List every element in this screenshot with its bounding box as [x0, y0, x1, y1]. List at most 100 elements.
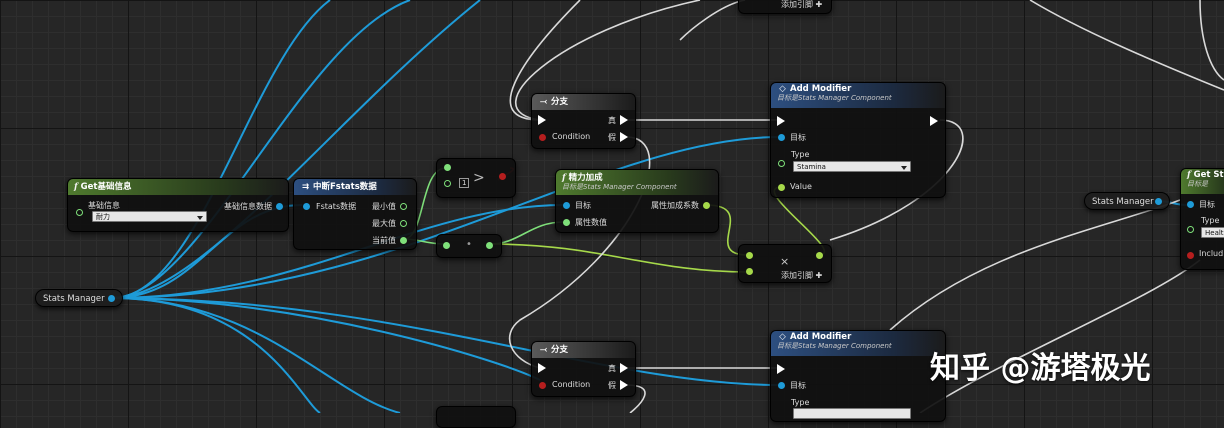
type-dropdown[interactable]	[793, 408, 911, 419]
add-pin-button[interactable]: 添加引脚 ✚	[781, 0, 822, 10]
type-dropdown[interactable]: Stamina	[793, 161, 911, 172]
add-modifier-node-1[interactable]: ◇ Add Modifier 目标是Stats Manager Component…	[770, 82, 946, 198]
branch-node-1[interactable]: ⤙ 分支 真 Condition 假	[531, 93, 636, 149]
node-header: ◇ Add Modifier 目标是Stats Manager Component	[771, 83, 945, 108]
add-modifier-node-2[interactable]: ◇ Add Modifier 目标是Stats Manager Component…	[770, 330, 946, 422]
node-title: 中断Fstats数据	[313, 182, 377, 192]
min-label: 最小值	[372, 202, 396, 211]
exec-out-pin[interactable]	[930, 116, 938, 126]
output-pin[interactable]	[276, 203, 283, 210]
attr-value-pin[interactable]	[563, 219, 570, 226]
exec-in-pin[interactable]	[777, 364, 785, 374]
exec-in-pin[interactable]	[538, 115, 546, 125]
type-label: Type	[791, 398, 810, 407]
condition-label: Condition	[552, 380, 591, 389]
output-pin[interactable]	[703, 202, 710, 209]
output-pin[interactable]	[108, 295, 115, 302]
multiply-symbol: •	[466, 239, 472, 250]
node-header: ⤙ 分支	[532, 94, 635, 110]
node-header: f Get基础信息	[68, 179, 288, 195]
target-pin[interactable]	[563, 202, 570, 209]
current-pin[interactable]	[400, 237, 407, 244]
branch-node-2[interactable]: ⤙ 分支 真 Condition 假	[531, 341, 636, 397]
branch-icon: ⤙	[540, 97, 547, 107]
min-pin[interactable]	[400, 203, 407, 210]
break-struct-icon: ⇉	[301, 182, 310, 192]
node-title: 分支	[551, 345, 569, 355]
condition-pin[interactable]	[539, 134, 546, 141]
include-label: Includ	[1199, 249, 1224, 258]
attr-value-label: 属性数值	[575, 218, 607, 227]
exec-false-pin[interactable]	[620, 380, 628, 390]
add-pin-button[interactable]: 添加引脚 ✚	[781, 270, 822, 281]
pin-label: 基础信息	[88, 201, 120, 210]
node-header: f 精力加成 目标是Stats Manager Component	[556, 170, 718, 195]
watermark: 知乎 @游塔极光	[930, 351, 1151, 386]
input-pin[interactable]	[76, 209, 83, 216]
target-pin[interactable]	[778, 382, 785, 389]
output-pin[interactable]	[486, 242, 493, 249]
target-label: 目标	[1199, 200, 1215, 209]
exec-false-pin[interactable]	[620, 132, 628, 142]
output-pin[interactable]	[816, 252, 823, 259]
dropdown-value: Stamina	[797, 163, 826, 171]
input-a-pin[interactable]	[444, 164, 451, 171]
partial-node-bottom[interactable]	[436, 406, 516, 428]
input-b-pin[interactable]	[746, 268, 753, 275]
node-title: 分支	[551, 97, 569, 107]
compare-b-value[interactable]: 1	[459, 178, 470, 188]
input-pin[interactable]	[303, 203, 310, 210]
target-pin[interactable]	[778, 134, 785, 141]
exec-true-pin[interactable]	[620, 115, 628, 125]
output-bool-pin[interactable]	[499, 173, 506, 180]
chevron-down-icon	[197, 216, 203, 220]
target-label: 目标	[790, 381, 806, 390]
spirit-bonus-node[interactable]: f 精力加成 目标是Stats Manager Component 目标 属性数值…	[555, 169, 719, 233]
type-dropdown[interactable]: Healt	[1201, 227, 1224, 238]
base-info-dropdown[interactable]: 耐力	[92, 211, 207, 222]
target-pin[interactable]	[1187, 201, 1194, 208]
condition-label: Condition	[552, 132, 591, 141]
value-pin[interactable]	[778, 184, 785, 191]
exec-true-pin[interactable]	[620, 363, 628, 373]
multiply-node[interactable]: •	[436, 234, 502, 258]
true-label: 真	[608, 364, 616, 373]
input-label: Fstats数据	[316, 202, 357, 211]
node-header: f Get St 目标是	[1181, 169, 1224, 194]
input-b-pin[interactable]	[444, 180, 451, 187]
input-a-pin[interactable]	[746, 252, 753, 259]
add-pin-node-top[interactable]: 添加引脚 ✚	[738, 0, 832, 14]
include-pin[interactable]	[1187, 252, 1194, 259]
exec-in-pin[interactable]	[777, 116, 785, 126]
output-label: 基础信息数据	[224, 202, 272, 211]
node-subtitle: 目标是Stats Manager Component	[777, 342, 892, 350]
type-label: Type	[791, 150, 810, 159]
break-fstats-node[interactable]: ⇉ 中断Fstats数据 Fstats数据 最小值 最大值 当前值	[293, 178, 417, 250]
chevron-down-icon	[901, 166, 907, 170]
output-pin[interactable]	[1155, 198, 1162, 205]
greater-than-icon: >	[473, 170, 485, 186]
compare-node[interactable]: 1 >	[436, 158, 516, 198]
condition-pin[interactable]	[539, 382, 546, 389]
target-label: 目标	[575, 201, 591, 210]
input-pin[interactable]	[443, 242, 450, 249]
type-pin[interactable]	[1187, 226, 1194, 233]
get-stats-node-right[interactable]: f Get St 目标是 目标 Type Healt Includ	[1180, 168, 1224, 270]
stats-manager-variable-right[interactable]: Stats Manager	[1084, 192, 1170, 210]
max-pin[interactable]	[400, 220, 407, 227]
node-header: ◇ Add Modifier 目标是Stats Manager Component	[771, 331, 945, 356]
type-label: Type	[1201, 216, 1220, 225]
stats-manager-variable-left[interactable]: Stats Manager	[35, 289, 123, 307]
value-label: Value	[790, 182, 812, 191]
add-pin-node[interactable]: × 添加引脚 ✚	[738, 244, 832, 283]
variable-label: Stats Manager	[43, 294, 105, 304]
node-title: Get基础信息	[80, 182, 132, 192]
type-pin[interactable]	[778, 160, 785, 167]
dropdown-value: Healt	[1205, 229, 1224, 237]
true-label: 真	[608, 116, 616, 125]
get-base-info-node[interactable]: f Get基础信息 基础信息 耐力 基础信息数据	[67, 178, 289, 232]
function-icon: f	[74, 182, 78, 192]
exec-in-pin[interactable]	[538, 363, 546, 373]
output-label: 属性加成系数	[651, 201, 699, 210]
target-label: 目标	[790, 133, 806, 142]
